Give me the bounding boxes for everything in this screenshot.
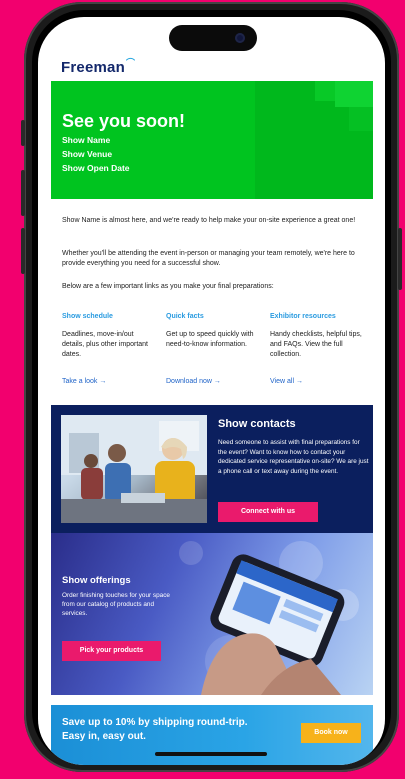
offerings-text: Order finishing touches for your space f… xyxy=(62,592,170,617)
show-venue: Show Venue xyxy=(62,149,113,159)
intro-paragraph: Whether you'll be attending the event in… xyxy=(62,250,355,267)
show-name: Show Name xyxy=(62,135,111,145)
column-description: Handy checklists, helpful tips, and FAQs… xyxy=(270,331,362,358)
view-all-link[interactable]: View all → xyxy=(270,378,365,385)
column-heading: Exhibitor resources xyxy=(270,313,336,320)
hero-decor xyxy=(335,81,373,107)
column-heading: Quick facts xyxy=(166,313,204,320)
intro-paragraph: Below are a few important links as you m… xyxy=(62,283,274,290)
contacts-photo xyxy=(61,415,207,523)
logo-text: Freeman xyxy=(61,59,125,76)
connect-with-us-button[interactable]: Connect with us xyxy=(218,502,318,522)
show-offerings-section: Show offerings Order finishing touches f… xyxy=(51,533,373,695)
pick-your-products-button[interactable]: Pick your products xyxy=(62,641,161,661)
email-screen: Freeman⌒ See you soon! Show Name Show Ve… xyxy=(38,17,385,765)
hero-decor xyxy=(349,107,373,131)
home-indicator[interactable] xyxy=(155,752,267,756)
download-now-link[interactable]: Download now → xyxy=(166,378,261,385)
shipping-subline: Easy in, easy out. xyxy=(62,731,146,742)
show-open-date: Show Open Date xyxy=(62,163,130,173)
volume-up-button xyxy=(21,170,25,216)
link-column-schedule: Show schedule Deadlines, move-in/out det… xyxy=(62,313,157,385)
action-button xyxy=(21,120,25,146)
column-description: Deadlines, move-in/out details, plus oth… xyxy=(62,331,148,358)
freeman-logo[interactable]: Freeman⌒ xyxy=(61,56,135,76)
hero-banner: See you soon! Show Name Show Venue Show … xyxy=(51,81,373,199)
logo-mark-icon: ⌒ xyxy=(125,58,136,68)
intro-paragraph: Show Name is almost here, and we're read… xyxy=(62,217,356,224)
shipping-headline: Save up to 10% by shipping round-trip. xyxy=(62,717,248,728)
show-contacts-section: Show contacts Need someone to assist wit… xyxy=(51,405,373,533)
column-heading: Show schedule xyxy=(62,313,113,320)
link-column-quick-facts: Quick facts Get up to speed quickly with… xyxy=(166,313,261,385)
book-now-button[interactable]: Book now xyxy=(301,723,361,743)
contacts-text: Need someone to assist with final prepar… xyxy=(218,439,369,475)
link-column-exhibitor-resources: Exhibitor resources Handy checklists, he… xyxy=(270,313,365,385)
hero-title: See you soon! xyxy=(62,111,186,131)
take-a-look-link[interactable]: Take a look → xyxy=(62,378,157,385)
volume-down-button xyxy=(21,228,25,274)
camera-icon xyxy=(235,33,245,43)
power-button xyxy=(398,228,402,290)
contacts-title: Show contacts xyxy=(218,418,296,430)
dynamic-island xyxy=(169,25,257,51)
column-description: Get up to speed quickly with need-to-kno… xyxy=(166,331,254,348)
offerings-title: Show offerings xyxy=(62,575,131,586)
shipping-banner: Save up to 10% by shipping round-trip. E… xyxy=(51,705,373,765)
hero-decor xyxy=(315,81,335,101)
